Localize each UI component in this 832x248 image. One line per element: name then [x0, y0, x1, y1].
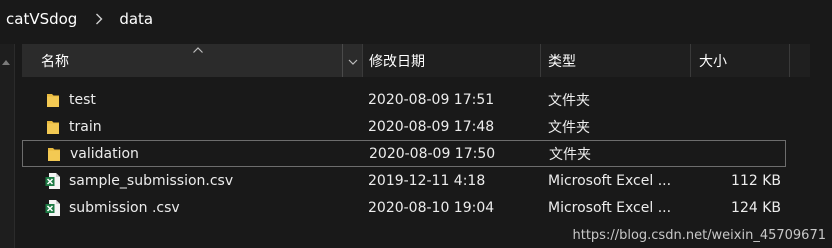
file-date: 2020-08-09 17:51: [368, 91, 495, 108]
file-size: [699, 140, 782, 167]
file-row[interactable]: test 2020-08-09 17:51 文件夹: [22, 86, 812, 113]
file-row[interactable]: train 2020-08-09 17:48 文件夹: [22, 113, 812, 140]
nav-scroll-up-icon[interactable]: [0, 44, 12, 74]
file-date: 2020-08-09 17:48: [368, 118, 495, 135]
file-type: 文件夹: [549, 146, 591, 163]
column-header-size[interactable]: 大小: [690, 44, 790, 77]
column-header-name[interactable]: 名称: [22, 44, 362, 77]
file-row[interactable]: submission .csv 2020-08-10 19:04 Microso…: [22, 194, 812, 221]
file-explorer-window: catVSdog data 名称 修改日期 类型 大小 test 2020-08…: [0, 0, 832, 248]
file-list: test 2020-08-09 17:51 文件夹 train 2020-08-…: [22, 86, 812, 221]
file-type: 文件夹: [548, 92, 590, 109]
breadcrumb-item-catvsdog[interactable]: catVSdog: [6, 10, 77, 28]
file-name: sample_submission.csv: [69, 172, 234, 189]
column-filter-dropdown[interactable]: [342, 44, 363, 77]
file-date: 2019-12-11 4:18: [368, 172, 486, 189]
column-header-type-label: 类型: [548, 53, 576, 70]
sort-ascending-icon: [192, 42, 204, 53]
file-type: Microsoft Excel ...: [548, 172, 672, 189]
file-name: test: [69, 91, 96, 108]
watermark-text: https://blog.csdn.net/weixin_45709671: [572, 228, 826, 243]
column-header-date-label: 修改日期: [369, 53, 425, 70]
column-header-name-label: 名称: [41, 53, 69, 70]
folder-icon: [44, 113, 62, 140]
file-date: 2020-08-09 17:50: [369, 145, 496, 162]
folder-icon: [44, 86, 62, 113]
breadcrumb-item-data[interactable]: data: [119, 10, 153, 28]
file-name: submission .csv: [69, 199, 180, 216]
file-row[interactable]: sample_submission.csv 2019-12-11 4:18 Mi…: [22, 167, 812, 194]
file-date: 2020-08-10 19:04: [368, 199, 495, 216]
file-size: [698, 113, 781, 140]
excel-csv-icon: [44, 167, 62, 194]
breadcrumb: catVSdog data: [0, 0, 832, 38]
file-size: 124 KB: [731, 199, 781, 216]
file-type: Microsoft Excel ...: [548, 199, 672, 216]
excel-csv-icon: [44, 194, 62, 221]
file-size: 112 KB: [731, 172, 781, 189]
file-size: [698, 86, 781, 113]
file-type: 文件夹: [548, 119, 590, 136]
chevron-right-icon[interactable]: [89, 9, 109, 29]
column-header-type[interactable]: 类型: [540, 44, 690, 77]
navigation-pane-edge: [0, 44, 15, 248]
column-header-date[interactable]: 修改日期: [362, 44, 540, 77]
file-row-focused[interactable]: validation 2020-08-09 17:50 文件夹: [22, 140, 786, 167]
folder-icon: [45, 140, 63, 167]
column-header-size-label: 大小: [699, 53, 727, 70]
chevron-down-icon: [348, 53, 358, 69]
column-header-row: 名称 修改日期 类型 大小: [22, 44, 810, 77]
file-name: validation: [70, 145, 139, 162]
file-name: train: [69, 118, 102, 135]
